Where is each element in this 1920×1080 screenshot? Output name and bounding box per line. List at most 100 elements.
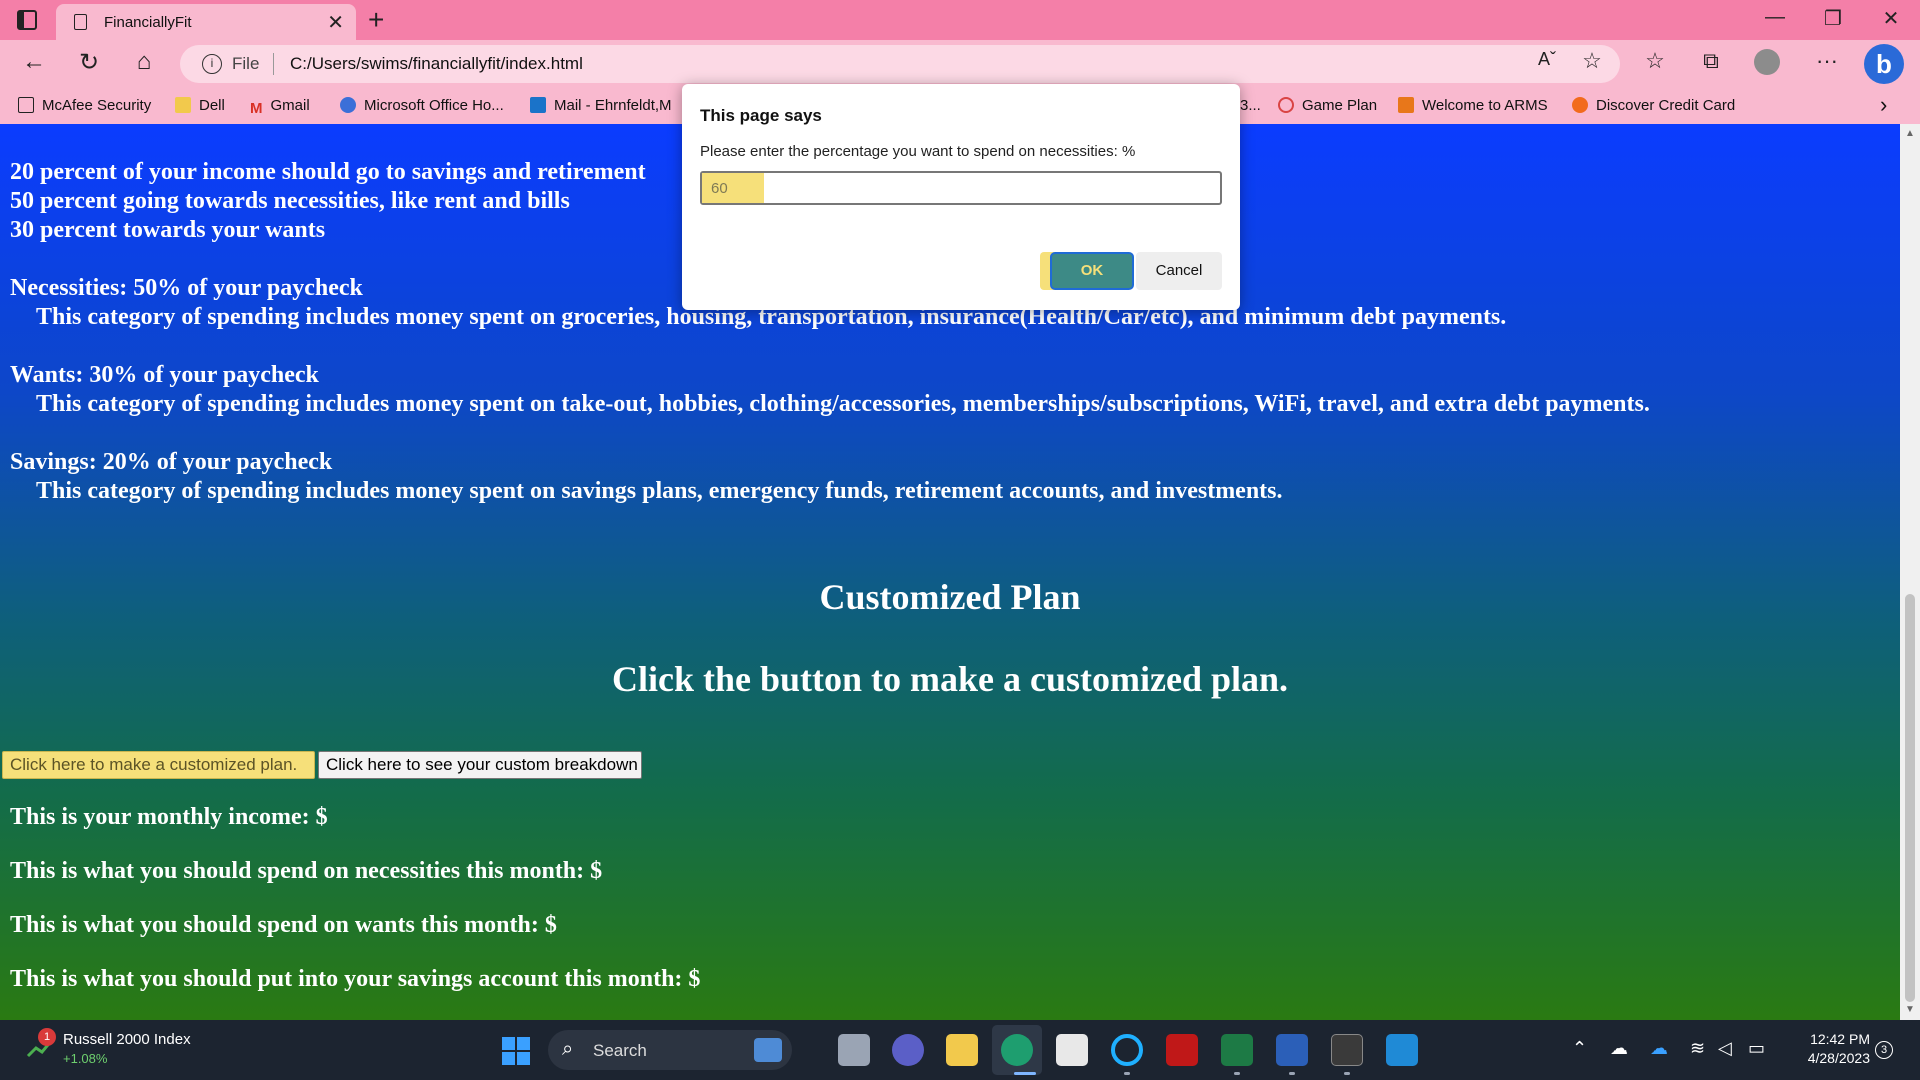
discover-icon — [1572, 97, 1588, 113]
profile-avatar[interactable] — [1754, 49, 1780, 75]
excel-icon[interactable] — [1221, 1034, 1253, 1066]
chevron-right-icon[interactable]: › — [1880, 92, 1887, 118]
page-scrollbar[interactable]: ▲ ▼ — [1900, 124, 1920, 1020]
file-explorer-icon[interactable] — [946, 1034, 978, 1066]
bookmark-game-plan[interactable]: Game Plan — [1278, 97, 1377, 114]
restore-icon[interactable]: ❐ — [1810, 6, 1856, 31]
battery-icon[interactable]: ▭ — [1748, 1038, 1765, 1059]
page-icon — [18, 97, 34, 113]
windows-start-icon[interactable] — [502, 1037, 530, 1065]
wants-heading: Wants: 30% of your paycheck — [10, 362, 319, 388]
search-icon: ⌕ — [562, 1038, 574, 1060]
page-icon — [74, 14, 87, 30]
bookmark-partial[interactable]: 3... — [1240, 97, 1261, 114]
bookmark-mail[interactable]: Mail - Ehrnfeldt,M — [530, 97, 672, 114]
ok-button[interactable]: OK — [1040, 252, 1134, 290]
rule-wants: 30 percent towards your wants — [10, 217, 326, 243]
percentage-input[interactable]: 60 — [700, 171, 1222, 205]
edge-icon[interactable] — [1001, 1034, 1033, 1066]
input-value: 60 — [711, 180, 728, 197]
new-tab-icon[interactable]: + — [368, 4, 384, 36]
refresh-icon[interactable]: ↻ — [73, 48, 105, 77]
bookmark-arms[interactable]: Welcome to ARMS — [1398, 97, 1548, 114]
breakdown-button[interactable]: Click here to see your custom breakdown — [318, 751, 642, 779]
address-divider — [273, 53, 274, 75]
widget-title[interactable]: Russell 2000 Index — [63, 1031, 191, 1048]
address-bar[interactable]: i File C:/Users/swims/financiallyfit/ind… — [180, 45, 1620, 83]
word-icon[interactable] — [1276, 1034, 1308, 1066]
search-highlight-icon — [754, 1038, 782, 1062]
vscode-icon[interactable] — [1386, 1034, 1418, 1066]
cancel-button[interactable]: Cancel — [1136, 252, 1222, 290]
bing-chat-icon[interactable]: b — [1864, 44, 1904, 84]
result-savings: This is what you should put into your sa… — [10, 966, 701, 992]
taskbar: 1 Russell 2000 Index +1.08% ⌕ Search ⌃ ☁… — [0, 1020, 1920, 1080]
office-icon — [340, 97, 356, 113]
prompt-dialog: This page says Please enter the percenta… — [682, 84, 1240, 310]
store-icon[interactable] — [1056, 1034, 1088, 1066]
plan-title: Customized Plan — [819, 577, 1081, 617]
info-icon[interactable]: i — [202, 54, 222, 74]
notification-badge[interactable]: 3 — [1875, 1041, 1893, 1059]
rule-necessities: 50 percent going towards necessities, li… — [10, 188, 570, 214]
scroll-up-icon[interactable]: ▲ — [1905, 128, 1915, 139]
volume-icon[interactable]: ◁ — [1718, 1038, 1732, 1059]
clock-date: 4/28/2023 — [1807, 1050, 1870, 1066]
chevron-up-icon[interactable]: ⌃ — [1572, 1038, 1587, 1059]
tab-financiallyfit[interactable]: FinanciallyFit ✕ — [56, 4, 356, 40]
cortana-indicator — [1124, 1072, 1130, 1075]
terminal-indicator — [1344, 1072, 1350, 1075]
excel-indicator — [1234, 1072, 1240, 1075]
result-necessities: This is what you should spend on necessi… — [10, 858, 603, 884]
ok-label: OK — [1050, 252, 1134, 290]
widget-value: +1.08% — [63, 1051, 108, 1066]
task-view-icon[interactable] — [838, 1034, 870, 1066]
savings-heading: Savings: 20% of your paycheck — [10, 449, 333, 475]
outlook-icon — [530, 97, 546, 113]
bookmark-discover[interactable]: Discover Credit Card — [1572, 97, 1735, 114]
bookmark-mcafee[interactable]: McAfee Security — [18, 97, 151, 114]
scheme-label: File — [232, 54, 260, 73]
system-clock[interactable]: 12:42 PM 4/28/2023 — [1794, 1031, 1870, 1066]
bookmark-office[interactable]: Microsoft Office Ho... — [340, 97, 504, 114]
onedrive-error-icon[interactable]: ☁ — [1610, 1038, 1628, 1059]
bookmark-gmail[interactable]: M Gmail — [250, 97, 310, 117]
search-placeholder: Search — [593, 1041, 647, 1060]
home-icon[interactable]: ⌂ — [128, 48, 160, 76]
word-indicator — [1289, 1072, 1295, 1075]
result-income: This is your monthly income: $ — [10, 804, 328, 830]
teams-icon[interactable] — [892, 1034, 924, 1066]
game-plan-icon — [1278, 97, 1294, 113]
onedrive-icon[interactable]: ☁ — [1650, 1038, 1668, 1059]
url-text[interactable]: C:/Users/swims/financiallyfit/index.html — [290, 54, 583, 74]
tab-title: FinanciallyFit — [104, 14, 192, 31]
collections-icon[interactable]: ⧉ — [1694, 48, 1728, 74]
arms-icon — [1398, 97, 1414, 113]
mcafee-icon[interactable] — [1166, 1034, 1198, 1066]
taskbar-search[interactable]: ⌕ Search — [548, 1030, 792, 1070]
wants-description: This category of spending includes money… — [36, 391, 1650, 417]
read-aloud-icon[interactable]: Aˇ — [1530, 49, 1564, 70]
wifi-icon[interactable]: ≋ — [1690, 1038, 1705, 1059]
result-wants: This is what you should spend on wants t… — [10, 912, 557, 938]
edge-active-indicator — [1014, 1072, 1036, 1075]
title-bar: FinanciallyFit ✕ + — ❐ ✕ — [0, 0, 1920, 40]
close-tab-icon[interactable]: ✕ — [327, 10, 344, 35]
make-plan-button[interactable]: Click here to make a customized plan. — [2, 751, 315, 779]
bookmark-dell[interactable]: Dell — [175, 97, 225, 114]
minimize-icon[interactable]: — — [1752, 6, 1798, 29]
dialog-title: This page says — [700, 106, 822, 125]
scroll-thumb[interactable] — [1905, 594, 1915, 1002]
cortana-icon[interactable] — [1111, 1034, 1143, 1066]
more-icon[interactable]: ··· — [1810, 48, 1844, 74]
necessities-heading: Necessities: 50% of your paycheck — [10, 275, 363, 301]
rule-savings: 20 percent of your income should go to s… — [10, 159, 646, 185]
widget-badge: 1 — [38, 1028, 56, 1046]
add-favorite-icon[interactable]: ☆ — [1575, 48, 1609, 74]
terminal-icon[interactable] — [1331, 1034, 1363, 1066]
tab-actions-icon[interactable] — [17, 10, 37, 30]
close-window-icon[interactable]: ✕ — [1868, 6, 1914, 31]
favorites-icon[interactable]: ☆ — [1638, 48, 1672, 74]
back-icon[interactable]: ← — [18, 48, 50, 76]
scroll-down-icon[interactable]: ▼ — [1905, 1004, 1915, 1015]
